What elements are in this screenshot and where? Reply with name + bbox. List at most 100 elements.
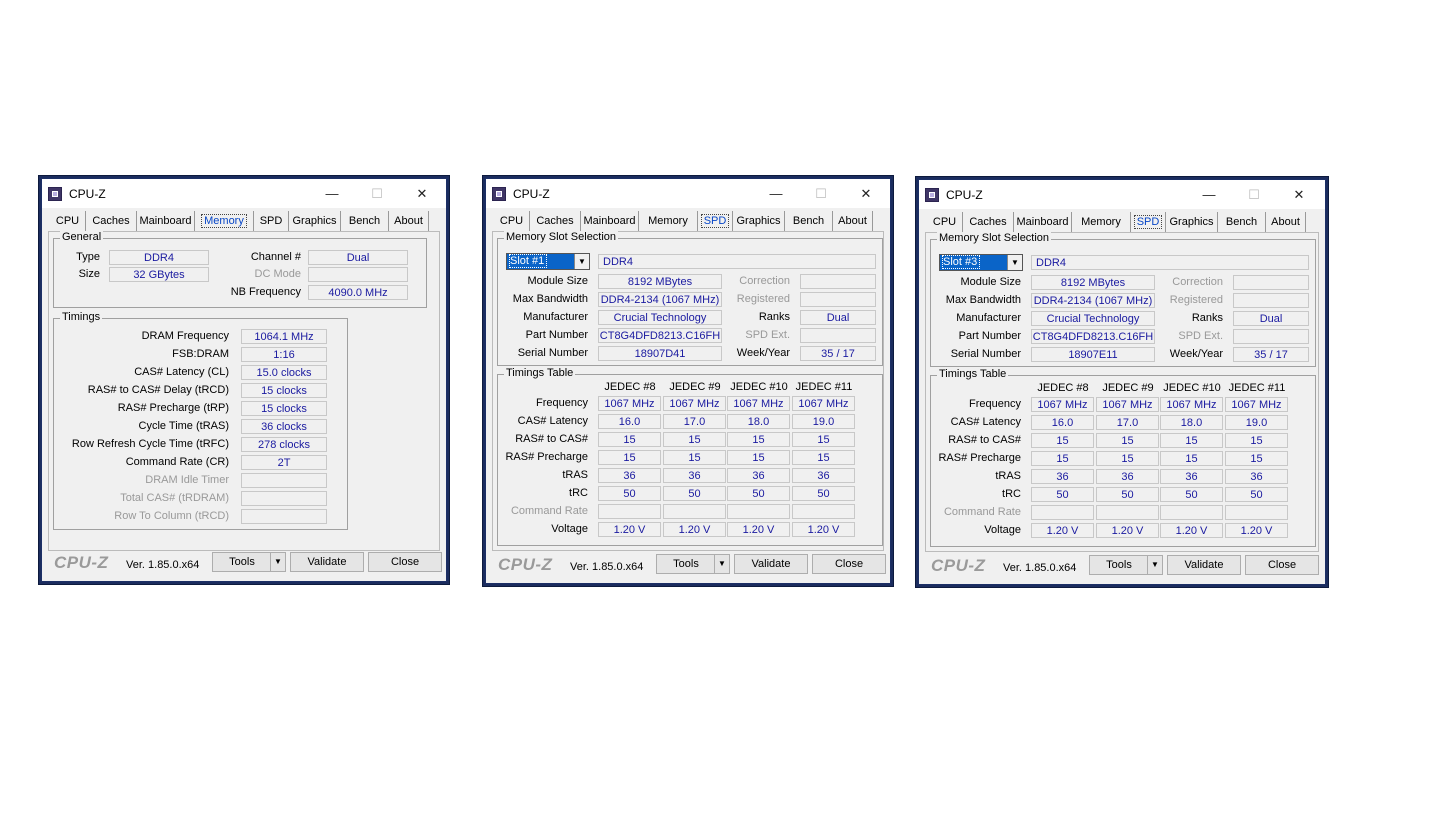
close-window-button[interactable]: ✕ — [1279, 184, 1319, 206]
tab-memory[interactable]: Memory — [195, 211, 254, 231]
tab-caches[interactable]: Caches — [963, 212, 1014, 232]
close-window-button[interactable]: ✕ — [402, 183, 442, 205]
timing-cell: 1067 MHz — [727, 396, 790, 411]
close-button[interactable]: Close — [812, 554, 886, 574]
minimize-button[interactable]: — — [1189, 184, 1229, 206]
timing-cell: 19.0 — [792, 414, 855, 429]
title-bar[interactable]: CPU-Z — ☐ ✕ — [919, 180, 1325, 209]
tab-label: Mainboard — [1016, 216, 1069, 228]
timing-cell: 1.20 V — [598, 522, 661, 537]
max-bandwidth-value: DDR4-2134 (1067 MHz) — [1031, 293, 1155, 308]
tab-mainboard[interactable]: Mainboard — [581, 211, 639, 231]
close-button[interactable]: Close — [1245, 555, 1319, 575]
timing-value: 36 clocks — [241, 419, 327, 434]
chevron-down-icon[interactable]: ▼ — [270, 553, 285, 571]
tab-spd[interactable]: SPD — [1131, 212, 1166, 232]
spd-ext-label: SPD Ext. — [745, 329, 790, 341]
tab-label: Memory — [1081, 216, 1121, 228]
maximize-button: ☐ — [815, 186, 827, 201]
tab-about[interactable]: About — [833, 211, 873, 231]
timing-label: DRAM Frequency — [141, 330, 229, 342]
correction-label: Correction — [1172, 276, 1223, 288]
spd-panel: Memory Slot Selection Slot #3 ▼ DDR4 Module … — [925, 232, 1319, 552]
tab-about[interactable]: About — [1266, 212, 1306, 232]
timing-cell: 15 — [792, 432, 855, 447]
timing-label: Row To Column (tRCD) — [114, 510, 229, 522]
slot-dropdown[interactable]: Slot #3 ▼ — [939, 254, 1023, 271]
timing-row-label: RAS# to CAS# — [948, 434, 1021, 446]
bottom-bar: CPU-Z Ver. 1.85.0.x64 Tools ▼ Validate Close — [486, 547, 890, 583]
channel-label: Channel # — [250, 251, 301, 263]
tab-label: CPU — [55, 215, 80, 227]
timing-row-label: tRC — [1002, 488, 1021, 500]
chevron-down-icon[interactable]: ▼ — [1147, 556, 1162, 574]
tools-button[interactable]: Tools ▼ — [1089, 555, 1163, 575]
tab-graphics[interactable]: Graphics — [733, 211, 785, 231]
tab-spd[interactable]: SPD — [254, 211, 289, 231]
slot-dropdown-value: Slot #1 — [508, 254, 548, 268]
timing-cell: 15 — [1225, 433, 1288, 448]
tab-bench[interactable]: Bench — [1218, 212, 1266, 232]
tab-label: Mainboard — [139, 215, 192, 227]
tab-mainboard[interactable]: Mainboard — [137, 211, 195, 231]
timing-cell: 50 — [1225, 487, 1288, 502]
timing-row-label: Command Rate — [510, 505, 588, 517]
timing-label: RAS# to CAS# Delay (tRCD) — [87, 384, 229, 396]
close-button[interactable]: Close — [368, 552, 442, 572]
tab-memory[interactable]: Memory — [639, 211, 698, 231]
timing-cell: 1.20 V — [792, 522, 855, 537]
tab-bench[interactable]: Bench — [785, 211, 833, 231]
tab-label: CPU — [932, 216, 957, 228]
validate-button[interactable]: Validate — [290, 552, 364, 572]
validate-button[interactable]: Validate — [1167, 555, 1241, 575]
chevron-down-icon[interactable]: ▼ — [714, 555, 729, 573]
tab-memory[interactable]: Memory — [1072, 212, 1131, 232]
timing-cell: 16.0 — [598, 414, 661, 429]
tab-mainboard[interactable]: Mainboard — [1014, 212, 1072, 232]
close-window-button[interactable]: ✕ — [846, 183, 886, 205]
tab-graphics[interactable]: Graphics — [289, 211, 341, 231]
nb-frequency-label: NB Frequency — [230, 286, 301, 298]
timing-cell: 15 — [727, 450, 790, 465]
tools-button[interactable]: Tools ▼ — [212, 552, 286, 572]
chevron-down-icon[interactable]: ▼ — [1007, 255, 1022, 270]
timing-row-label: RAS# Precharge — [505, 451, 588, 463]
tab-caches[interactable]: Caches — [530, 211, 581, 231]
timing-cell: 1067 MHz — [1225, 397, 1288, 412]
slot-dropdown[interactable]: Slot #1 ▼ — [506, 253, 590, 270]
timing-cell: 50 — [792, 486, 855, 501]
tab-label: Caches — [536, 215, 574, 227]
validate-button[interactable]: Validate — [734, 554, 808, 574]
timing-label: Row Refresh Cycle Time (tRFC) — [71, 438, 229, 450]
timing-value — [241, 509, 327, 524]
timing-cell — [1031, 505, 1094, 520]
week-year-value: 35 / 17 — [800, 346, 876, 361]
jedec-column-header: JEDEC #11 — [795, 381, 853, 393]
timing-cell: 1067 MHz — [1160, 397, 1223, 412]
tab-label: Caches — [92, 215, 130, 227]
tab-label: Memory — [648, 215, 688, 227]
manufacturer-label: Manufacturer — [956, 312, 1021, 324]
tab-cpu[interactable]: CPU — [50, 211, 86, 231]
max-bandwidth-value: DDR4-2134 (1067 MHz) — [598, 292, 722, 307]
tab-cpu[interactable]: CPU — [494, 211, 530, 231]
chevron-down-icon[interactable]: ▼ — [574, 254, 589, 269]
tab-graphics[interactable]: Graphics — [1166, 212, 1218, 232]
tab-bench[interactable]: Bench — [341, 211, 389, 231]
minimize-button[interactable]: — — [312, 183, 352, 205]
tab-caches[interactable]: Caches — [86, 211, 137, 231]
minimize-button[interactable]: — — [756, 183, 796, 205]
size-value: 32 GBytes — [109, 267, 209, 282]
tab-cpu[interactable]: CPU — [927, 212, 963, 232]
tools-button[interactable]: Tools ▼ — [656, 554, 730, 574]
tab-label: Graphics — [1169, 216, 1214, 228]
title-bar[interactable]: CPU-Z — ☐ ✕ — [486, 179, 890, 208]
timing-label: Cycle Time (tRAS) — [138, 420, 229, 432]
module-size-label: Module Size — [960, 276, 1021, 288]
tab-label: SPD — [1133, 215, 1163, 229]
memory-slot-group-title: Memory Slot Selection — [504, 231, 619, 243]
title-bar[interactable]: CPU-Z — ☐ ✕ — [42, 179, 446, 208]
tab-spd[interactable]: SPD — [698, 211, 733, 231]
tab-about[interactable]: About — [389, 211, 429, 231]
timing-cell: 36 — [792, 468, 855, 483]
